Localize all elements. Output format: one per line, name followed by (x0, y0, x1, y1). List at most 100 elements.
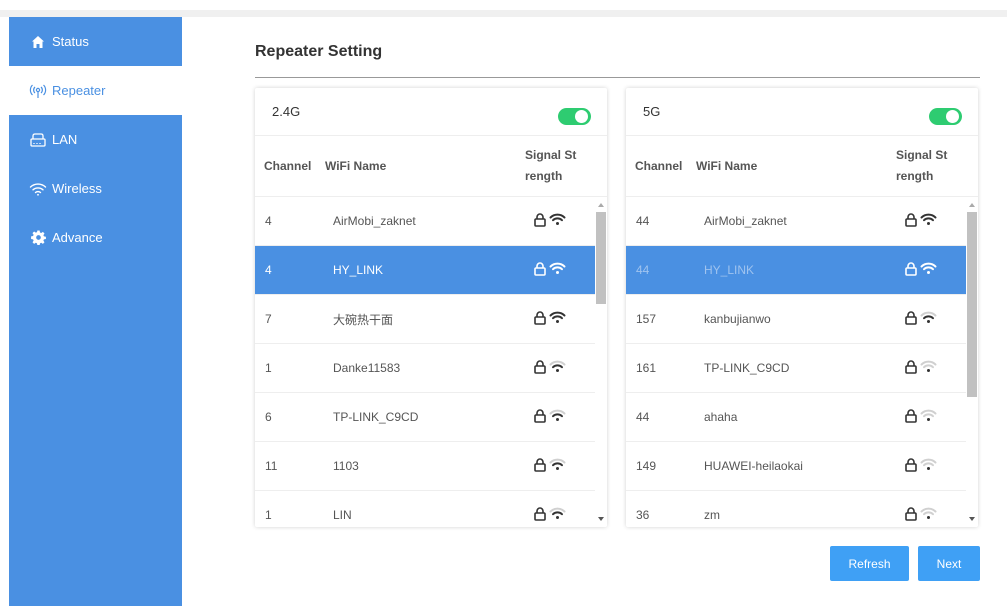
network-name: HUAWEI-heilaokai (704, 459, 803, 473)
network-name: TP-LINK_C9CD (704, 361, 790, 375)
column-header-channel: Channel (264, 159, 312, 173)
network-row[interactable]: 1 Danke11583 (255, 344, 607, 393)
panel-header: 5G (626, 88, 978, 136)
network-row[interactable]: 36 zm (626, 491, 978, 527)
lock-icon (533, 212, 547, 230)
network-name: TP-LINK_C9CD (333, 410, 419, 424)
column-header-wifi-name: WiFi Name (696, 159, 758, 173)
lock-icon (904, 457, 918, 475)
scroll-up-arrow-icon[interactable] (598, 203, 604, 207)
sidebar-item-lan[interactable]: LAN (9, 115, 182, 164)
sidebar-item-repeater[interactable]: Repeater (9, 66, 182, 115)
network-name: LIN (333, 508, 352, 522)
network-security (533, 310, 595, 328)
lock-icon (533, 261, 547, 279)
wifi-signal-icon (549, 262, 566, 278)
table-header: Channel WiFi Name Signal St rength (255, 136, 607, 197)
wifi-signal-icon (549, 311, 566, 327)
lock-icon (904, 261, 918, 279)
network-row[interactable]: 6 TP-LINK_C9CD (255, 393, 607, 442)
band-label: 2.4G (272, 104, 301, 119)
sidebar-item-label: Status (52, 34, 89, 49)
network-row[interactable]: 44 ahaha (626, 393, 978, 442)
wifi-signal-icon (920, 360, 937, 376)
wifi-signal-icon (549, 360, 566, 376)
network-name: 1103 (333, 459, 359, 473)
network-security (904, 457, 966, 475)
main-content: Repeater Setting 2.4G Channel WiFi Name … (182, 17, 1007, 606)
lock-icon (533, 506, 547, 524)
sidebar-item-advance[interactable]: Advance (9, 213, 182, 262)
wifi-signal-icon (920, 507, 937, 523)
column-header-wifi-name: WiFi Name (325, 159, 387, 173)
column-header-signal-line-1: Signal St (525, 148, 577, 162)
network-row[interactable]: 161 TP-LINK_C9CD (626, 344, 978, 393)
lock-icon (904, 359, 918, 377)
network-channel: 1 (265, 508, 272, 522)
network-security (904, 261, 966, 279)
network-channel: 161 (636, 361, 657, 375)
band-label: 5G (643, 104, 661, 119)
scrollbar-thumb[interactable] (596, 212, 606, 304)
wifi-signal-icon (549, 409, 566, 425)
band-5g-toggle[interactable] (929, 108, 962, 125)
network-name: ahaha (704, 410, 738, 424)
title-divider (255, 77, 980, 78)
network-name: AirMobi_zaknet (704, 214, 787, 228)
network-security (533, 457, 595, 475)
network-security (533, 359, 595, 377)
scrollbar-thumb[interactable] (967, 212, 977, 397)
network-row[interactable]: 11 1103 (255, 442, 607, 491)
network-channel: 36 (636, 508, 650, 522)
wifi-signal-icon (920, 311, 937, 327)
gear-icon (29, 229, 47, 247)
refresh-button[interactable]: Refresh (830, 546, 909, 581)
scrollbar[interactable] (595, 197, 607, 527)
wifi-signal-icon (920, 262, 937, 278)
scroll-up-arrow-icon[interactable] (969, 203, 975, 207)
network-row[interactable]: 4 HY_LINK (255, 246, 607, 295)
scrollbar[interactable] (966, 197, 978, 527)
network-channel: 1 (265, 361, 272, 375)
network-channel: 7 (265, 312, 272, 326)
panel-header: 2.4G (255, 88, 607, 136)
wifi-signal-icon (920, 213, 937, 229)
lock-icon (533, 310, 547, 328)
network-row[interactable]: 44 AirMobi_zaknet (626, 197, 978, 246)
next-button[interactable]: Next (918, 546, 980, 581)
scroll-down-arrow-icon[interactable] (598, 517, 604, 521)
network-row[interactable]: 157 kanbujianwo (626, 295, 978, 344)
page-title: Repeater Setting (255, 43, 383, 60)
network-channel: 4 (265, 263, 272, 277)
band-2-4g-toggle[interactable] (558, 108, 591, 125)
network-channel: 44 (636, 263, 650, 277)
network-channel: 149 (636, 459, 657, 473)
network-list: 44 AirMobi_zaknet 44 HY_LINK 157 kanbujianwo 1… (626, 197, 978, 527)
lock-icon (904, 506, 918, 524)
network-row[interactable]: 149 HUAWEI-heilaokai (626, 442, 978, 491)
network-row[interactable]: 44 HY_LINK (626, 246, 978, 295)
network-name: zm (704, 508, 720, 522)
column-header-signal-line-2: rength (896, 169, 934, 183)
sidebar-item-label: Repeater (52, 83, 106, 98)
network-row[interactable]: 4 AirMobi_zaknet (255, 197, 607, 246)
network-security (904, 506, 966, 524)
lock-icon (904, 408, 918, 426)
antenna-icon (29, 82, 47, 100)
network-channel: 44 (636, 410, 650, 424)
column-header-signal-strength: Signal St rength (896, 145, 978, 187)
column-header-signal-line-1: Signal St (896, 148, 948, 162)
sidebar-item-label: LAN (52, 132, 78, 147)
network-list: 4 AirMobi_zaknet 4 HY_LINK 7 大碗热干面 1 Danke11583… (255, 197, 607, 527)
lock-icon (904, 310, 918, 328)
network-security (904, 359, 966, 377)
network-row[interactable]: 7 大碗热干面 (255, 295, 607, 344)
column-header-signal-strength: Signal St rength (525, 145, 607, 187)
scroll-down-arrow-icon[interactable] (969, 517, 975, 521)
network-security (533, 261, 595, 279)
sidebar-item-wireless[interactable]: Wireless (9, 164, 182, 213)
lock-icon (533, 359, 547, 377)
network-row[interactable]: 1 LIN (255, 491, 607, 527)
sidebar-item-status[interactable]: Status (9, 17, 182, 66)
network-channel: 11 (265, 459, 278, 473)
